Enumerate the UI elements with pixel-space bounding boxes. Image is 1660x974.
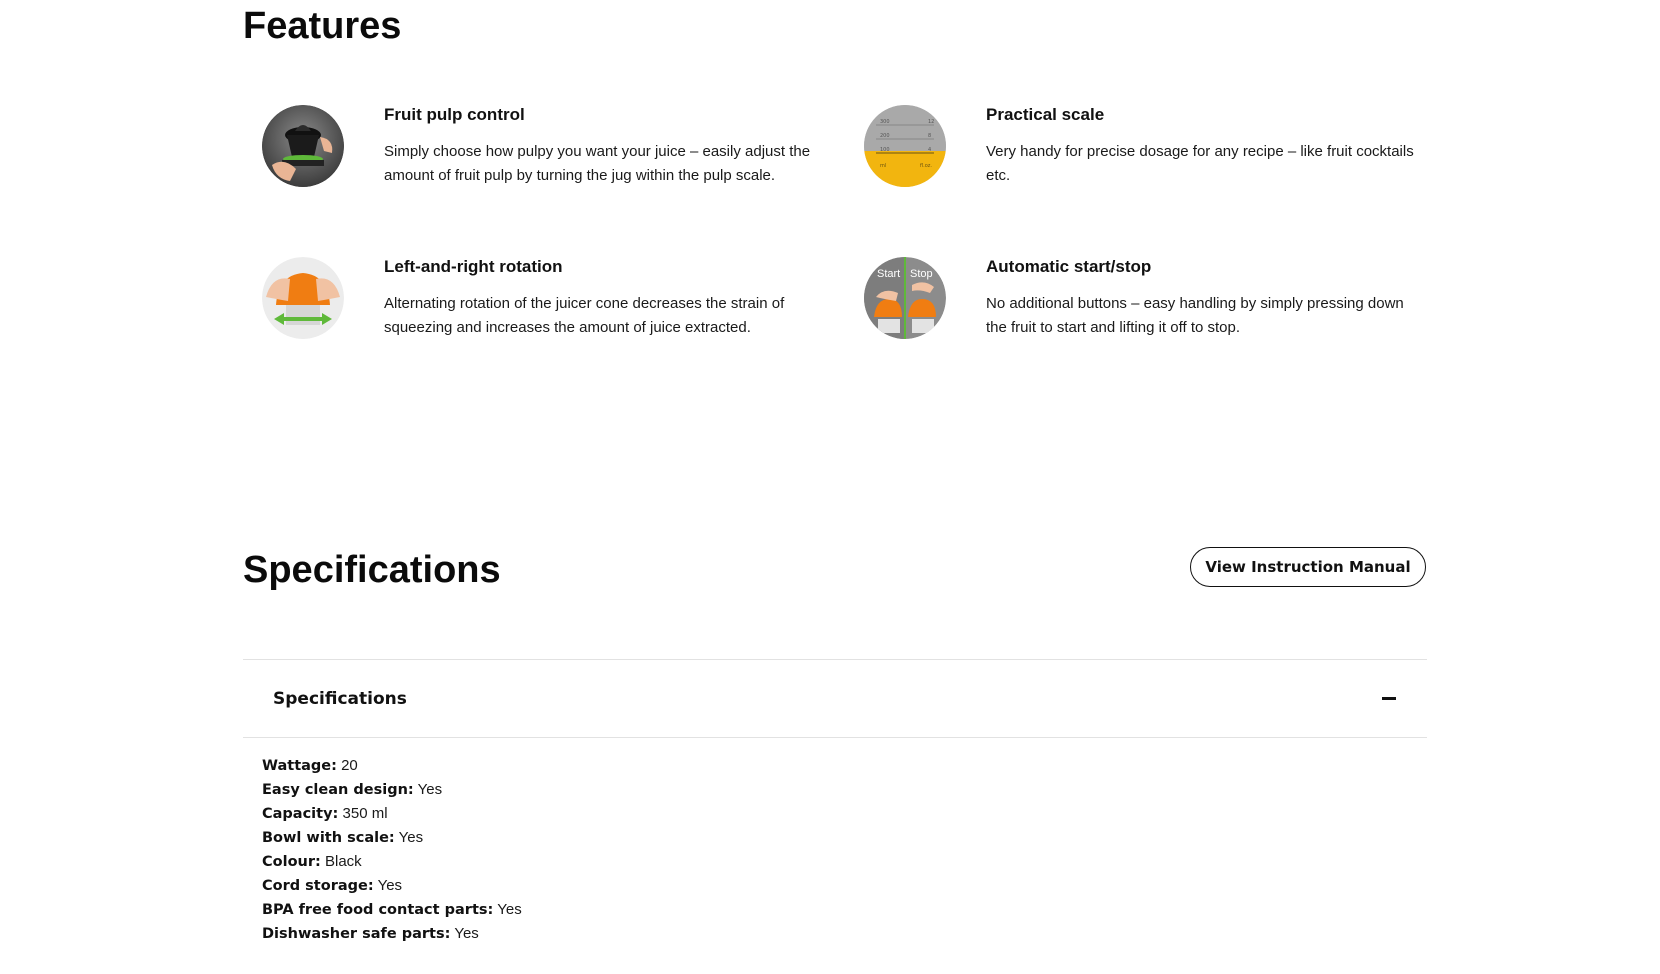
spec-label: Bowl with scale: — [262, 830, 395, 846]
spec-item: Cord storage: Yes — [262, 874, 1427, 898]
features-title: Features — [243, 5, 402, 47]
feature-pulp-control: Fruit pulp control Simply choose how pul… — [243, 100, 845, 188]
accordion-header[interactable]: Specifications — [243, 659, 1427, 738]
scale-tick-12: 12 — [928, 119, 934, 125]
spec-item: BPA free food contact parts: Yes — [262, 898, 1427, 922]
spec-label: Easy clean design: — [262, 782, 414, 798]
start-label: Start — [877, 268, 900, 280]
spec-label: Wattage: — [262, 758, 337, 774]
scale-tick-8: 8 — [928, 133, 931, 139]
stop-label: Stop — [910, 268, 933, 280]
spec-label: Capacity: — [262, 806, 339, 822]
spec-value: Yes — [398, 829, 424, 846]
spec-label: BPA free food contact parts: — [262, 902, 494, 918]
feature-automatic-start-stop: Start Stop Automatic start/stop No addit… — [845, 252, 1427, 340]
spec-value: Yes — [497, 901, 522, 918]
spec-value: Black — [324, 853, 362, 870]
feature-description: Alternating rotation of the juicer cone … — [384, 295, 785, 336]
spec-value: Yes — [454, 925, 479, 942]
feature-title: Left-and-right rotation — [384, 257, 563, 276]
accordion-title: Specifications — [273, 688, 407, 709]
feature-description: No additional buttons – easy handling by… — [986, 295, 1404, 336]
scale-image: 300 200 100 ml fl.oz. 12 8 4 — [864, 105, 946, 187]
specifications-title: Specifications — [243, 549, 501, 591]
spec-label: Dishwasher safe parts: — [262, 926, 451, 942]
spec-value: Yes — [417, 781, 443, 798]
start-stop-image: Start Stop — [864, 257, 946, 339]
scale-tick-200: 200 — [880, 133, 890, 139]
scale-tick-100: 100 — [880, 147, 890, 153]
feature-description: Very handy for precise dosage for any re… — [986, 143, 1414, 184]
page: Features Fruit pulp control Simply choos… — [0, 0, 1660, 974]
spec-value: Yes — [377, 877, 403, 894]
spec-label: Cord storage: — [262, 878, 374, 894]
features-grid: Fruit pulp control Simply choose how pul… — [243, 100, 1427, 340]
spec-item: Easy clean design: Yes — [262, 778, 1427, 802]
specifications-accordion: Specifications Wattage: 20 Easy clean de… — [243, 659, 1427, 946]
scale-tick-300: 300 — [880, 119, 890, 125]
scale-unit-floz: fl.oz. — [920, 163, 932, 169]
feature-title: Automatic start/stop — [986, 257, 1152, 276]
spec-value: 350 ml — [342, 805, 388, 822]
feature-title: Fruit pulp control — [384, 105, 525, 124]
minus-icon[interactable] — [1382, 697, 1396, 700]
rotation-image — [262, 257, 344, 339]
scale-tick-4: 4 — [928, 147, 931, 153]
spec-label: Colour: — [262, 854, 321, 870]
feature-left-right-rotation: Left-and-right rotation Alternating rota… — [243, 252, 845, 340]
pulp-control-image — [262, 105, 344, 187]
feature-title: Practical scale — [986, 105, 1105, 124]
spec-item: Wattage: 20 — [262, 754, 1427, 778]
spec-item: Capacity: 350 ml — [262, 802, 1427, 826]
spec-item: Dishwasher safe parts: Yes — [262, 922, 1427, 946]
spec-item: Colour: Black — [262, 850, 1427, 874]
feature-practical-scale: 300 200 100 ml fl.oz. 12 8 4 Practical s… — [845, 100, 1427, 188]
spec-list: Wattage: 20 Easy clean design: Yes Capac… — [243, 738, 1427, 946]
feature-description: Simply choose how pulpy you want your ju… — [384, 143, 811, 184]
spec-item: Bowl with scale: Yes — [262, 826, 1427, 850]
scale-unit-ml: ml — [880, 163, 886, 169]
view-instruction-manual-button[interactable]: View Instruction Manual — [1190, 547, 1426, 587]
spec-value: 20 — [341, 757, 358, 774]
